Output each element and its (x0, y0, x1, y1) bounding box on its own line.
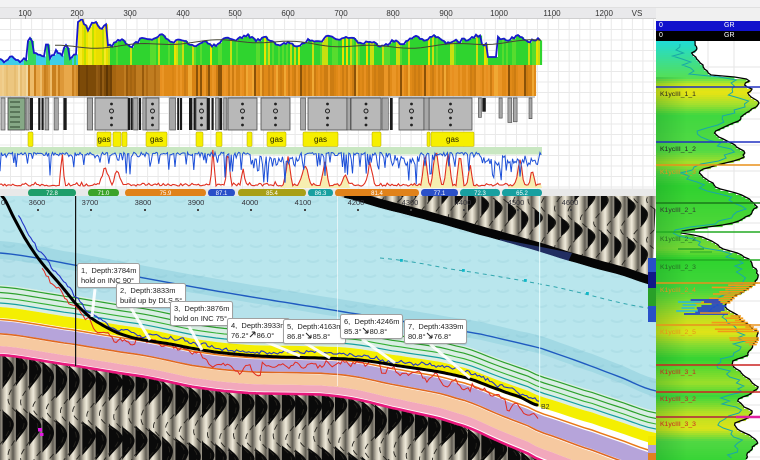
svg-text:gas: gas (98, 135, 111, 144)
svg-text:K1ycIII_3_2: K1ycIII_3_2 (660, 396, 696, 403)
svg-text:K1ycIII_2_5: K1ycIII_2_5 (660, 329, 696, 336)
svg-text:K1ycIII_1_1: K1ycIII_1_1 (660, 91, 696, 98)
svg-text:gas: gas (446, 135, 459, 144)
svg-text:K1ycIII_3_1: K1ycIII_3_1 (660, 369, 696, 376)
svg-text:K1ycIII_2_2: K1ycIII_2_2 (660, 236, 696, 243)
svg-text:K1ycIII_1_2: K1ycIII_1_2 (660, 146, 696, 153)
svg-text:K1ycIII_3_3: K1ycIII_3_3 (660, 421, 696, 428)
svg-text:K1ycIII_2_4: K1ycIII_2_4 (660, 287, 696, 294)
svg-text:gas: gas (270, 135, 283, 144)
svg-text:K1ycIII_1_3: K1ycIII_1_3 (660, 169, 696, 176)
svg-text:gas: gas (150, 135, 163, 144)
svg-text:K1ycIII_2_1: K1ycIII_2_1 (660, 207, 696, 214)
svg-text:K1ycIII_2_3: K1ycIII_2_3 (660, 264, 696, 271)
svg-text:gas: gas (314, 135, 327, 144)
